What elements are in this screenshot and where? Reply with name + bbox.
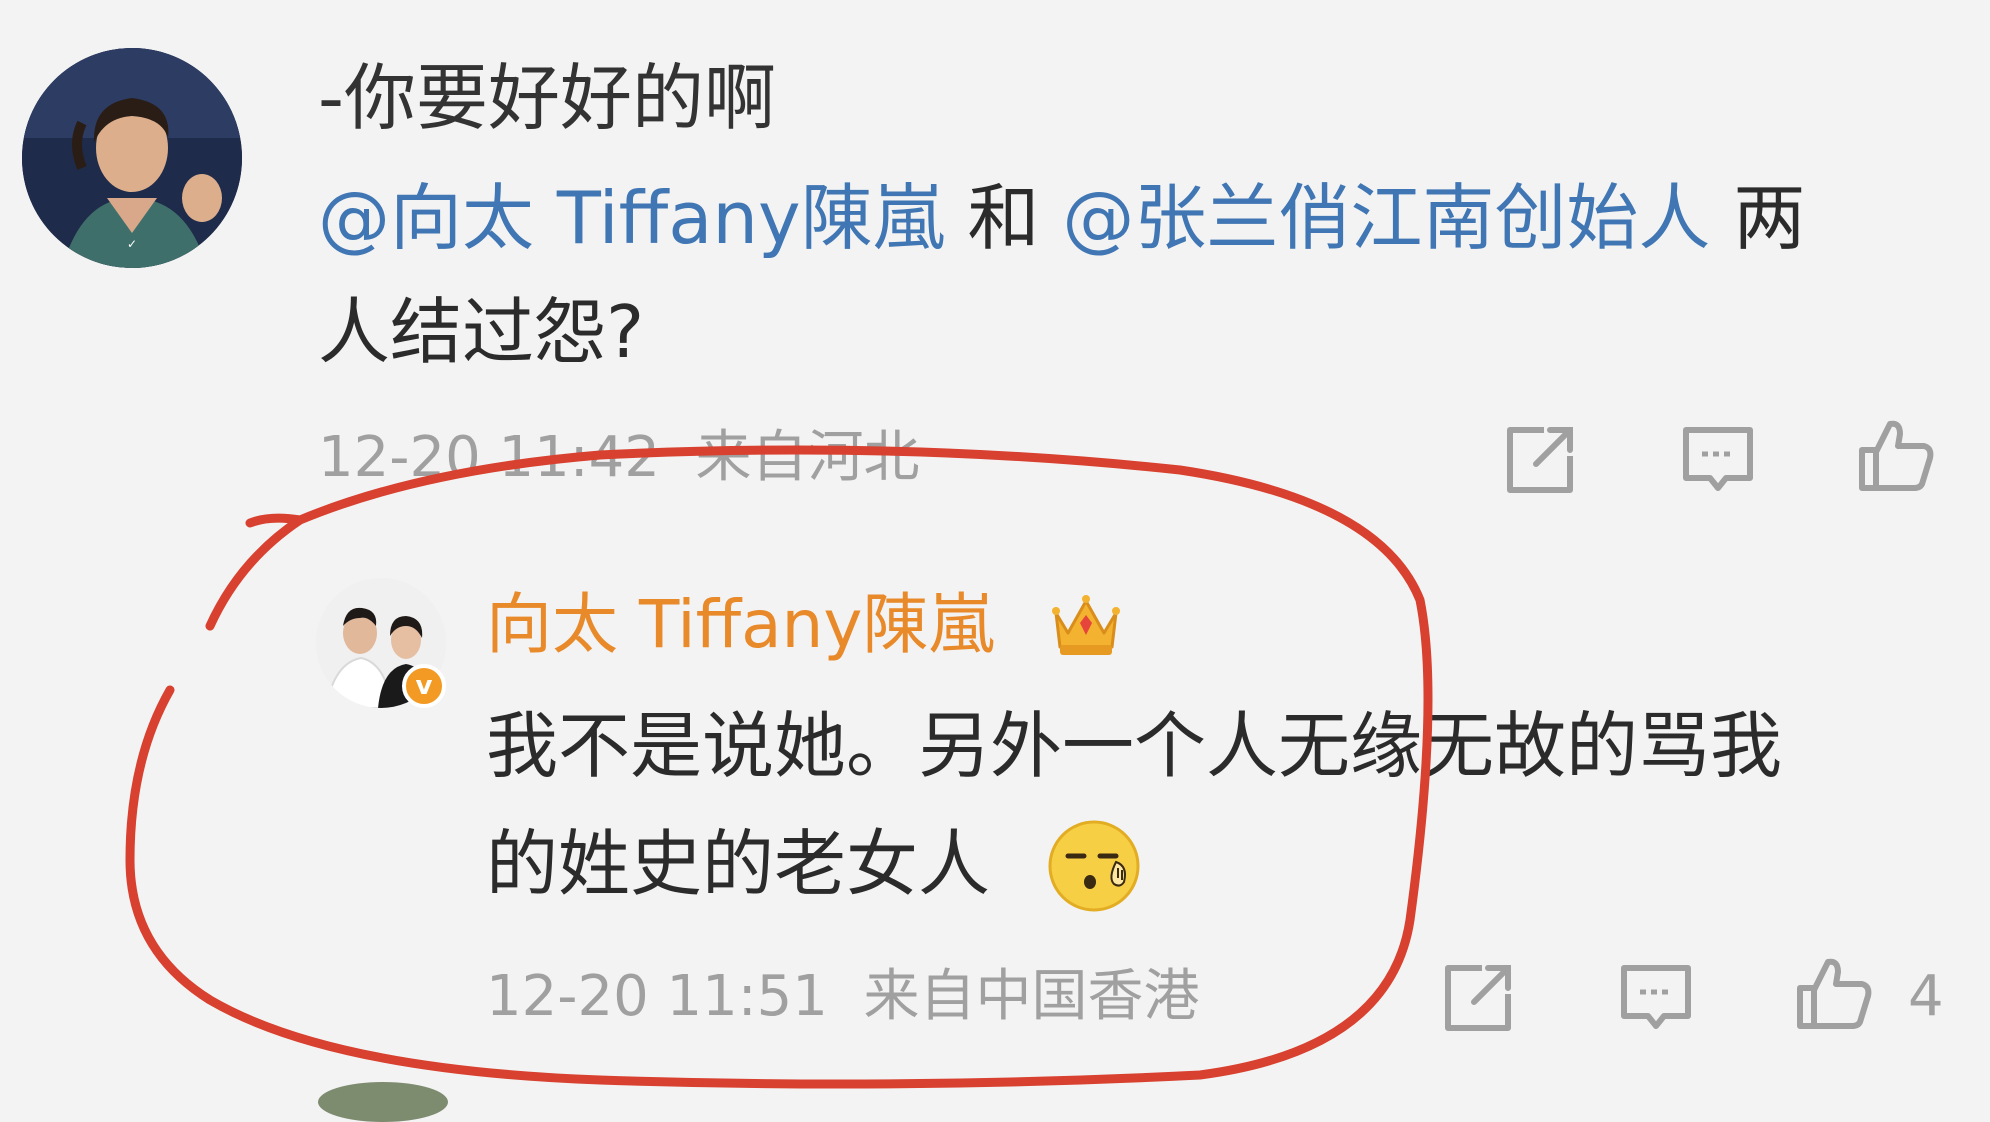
reply-author[interactable]: 向太 Tiffany陳嵐 xyxy=(486,580,994,670)
avatar-image: ✓ xyxy=(22,48,242,268)
reply-text-line: 我不是说她。另外一个人无缘无故的骂我 xyxy=(486,704,1783,788)
crown-icon xyxy=(1046,583,1126,663)
svg-text:✓: ✓ xyxy=(127,237,137,251)
reply-time: 12-20 11:51 xyxy=(486,964,828,1029)
reply-meta: 12-20 11:51 来自中国香港 xyxy=(486,962,1200,1032)
comment-connector: 和 xyxy=(944,176,1063,260)
share-icon[interactable] xyxy=(1500,420,1580,500)
comment-location: 来自河北 xyxy=(695,425,920,490)
reply-author-name[interactable]: 向太 Tiffany陳嵐 xyxy=(486,586,994,663)
comment-icon[interactable] xyxy=(1678,420,1758,500)
like-count: 4 xyxy=(1908,964,1944,1029)
reply-text-line: 的姓史的老女人 xyxy=(486,822,991,906)
comment-text-line: -你要好好的啊 xyxy=(318,56,776,140)
annotation-circle xyxy=(125,445,1433,1089)
reply-location: 来自中国香港 xyxy=(863,964,1200,1029)
verified-badge: v xyxy=(402,664,446,708)
like-icon[interactable] xyxy=(1856,414,1936,494)
comment-time: 12-20 11:42 xyxy=(318,425,660,490)
comment-text-tail: 两 xyxy=(1710,176,1806,260)
comment-text-line: @向太 Tiffany陳嵐 和 @张兰俏江南创始人 两 xyxy=(318,168,1805,268)
comment-text-line: 人结过怨? xyxy=(318,290,645,374)
comment-meta: 12-20 11:42 来自河北 xyxy=(318,423,920,493)
share-icon[interactable] xyxy=(1438,958,1518,1038)
yawn-emoji-icon xyxy=(1046,818,1142,914)
like-icon[interactable] xyxy=(1794,952,1874,1032)
comment-icon[interactable] xyxy=(1616,958,1696,1038)
mention-link[interactable]: @张兰俏江南创始人 xyxy=(1062,176,1710,260)
avatar[interactable]: ✓ xyxy=(22,48,242,268)
next-comment-avatar xyxy=(318,1082,448,1122)
mention-link[interactable]: @向太 Tiffany陳嵐 xyxy=(318,176,945,260)
